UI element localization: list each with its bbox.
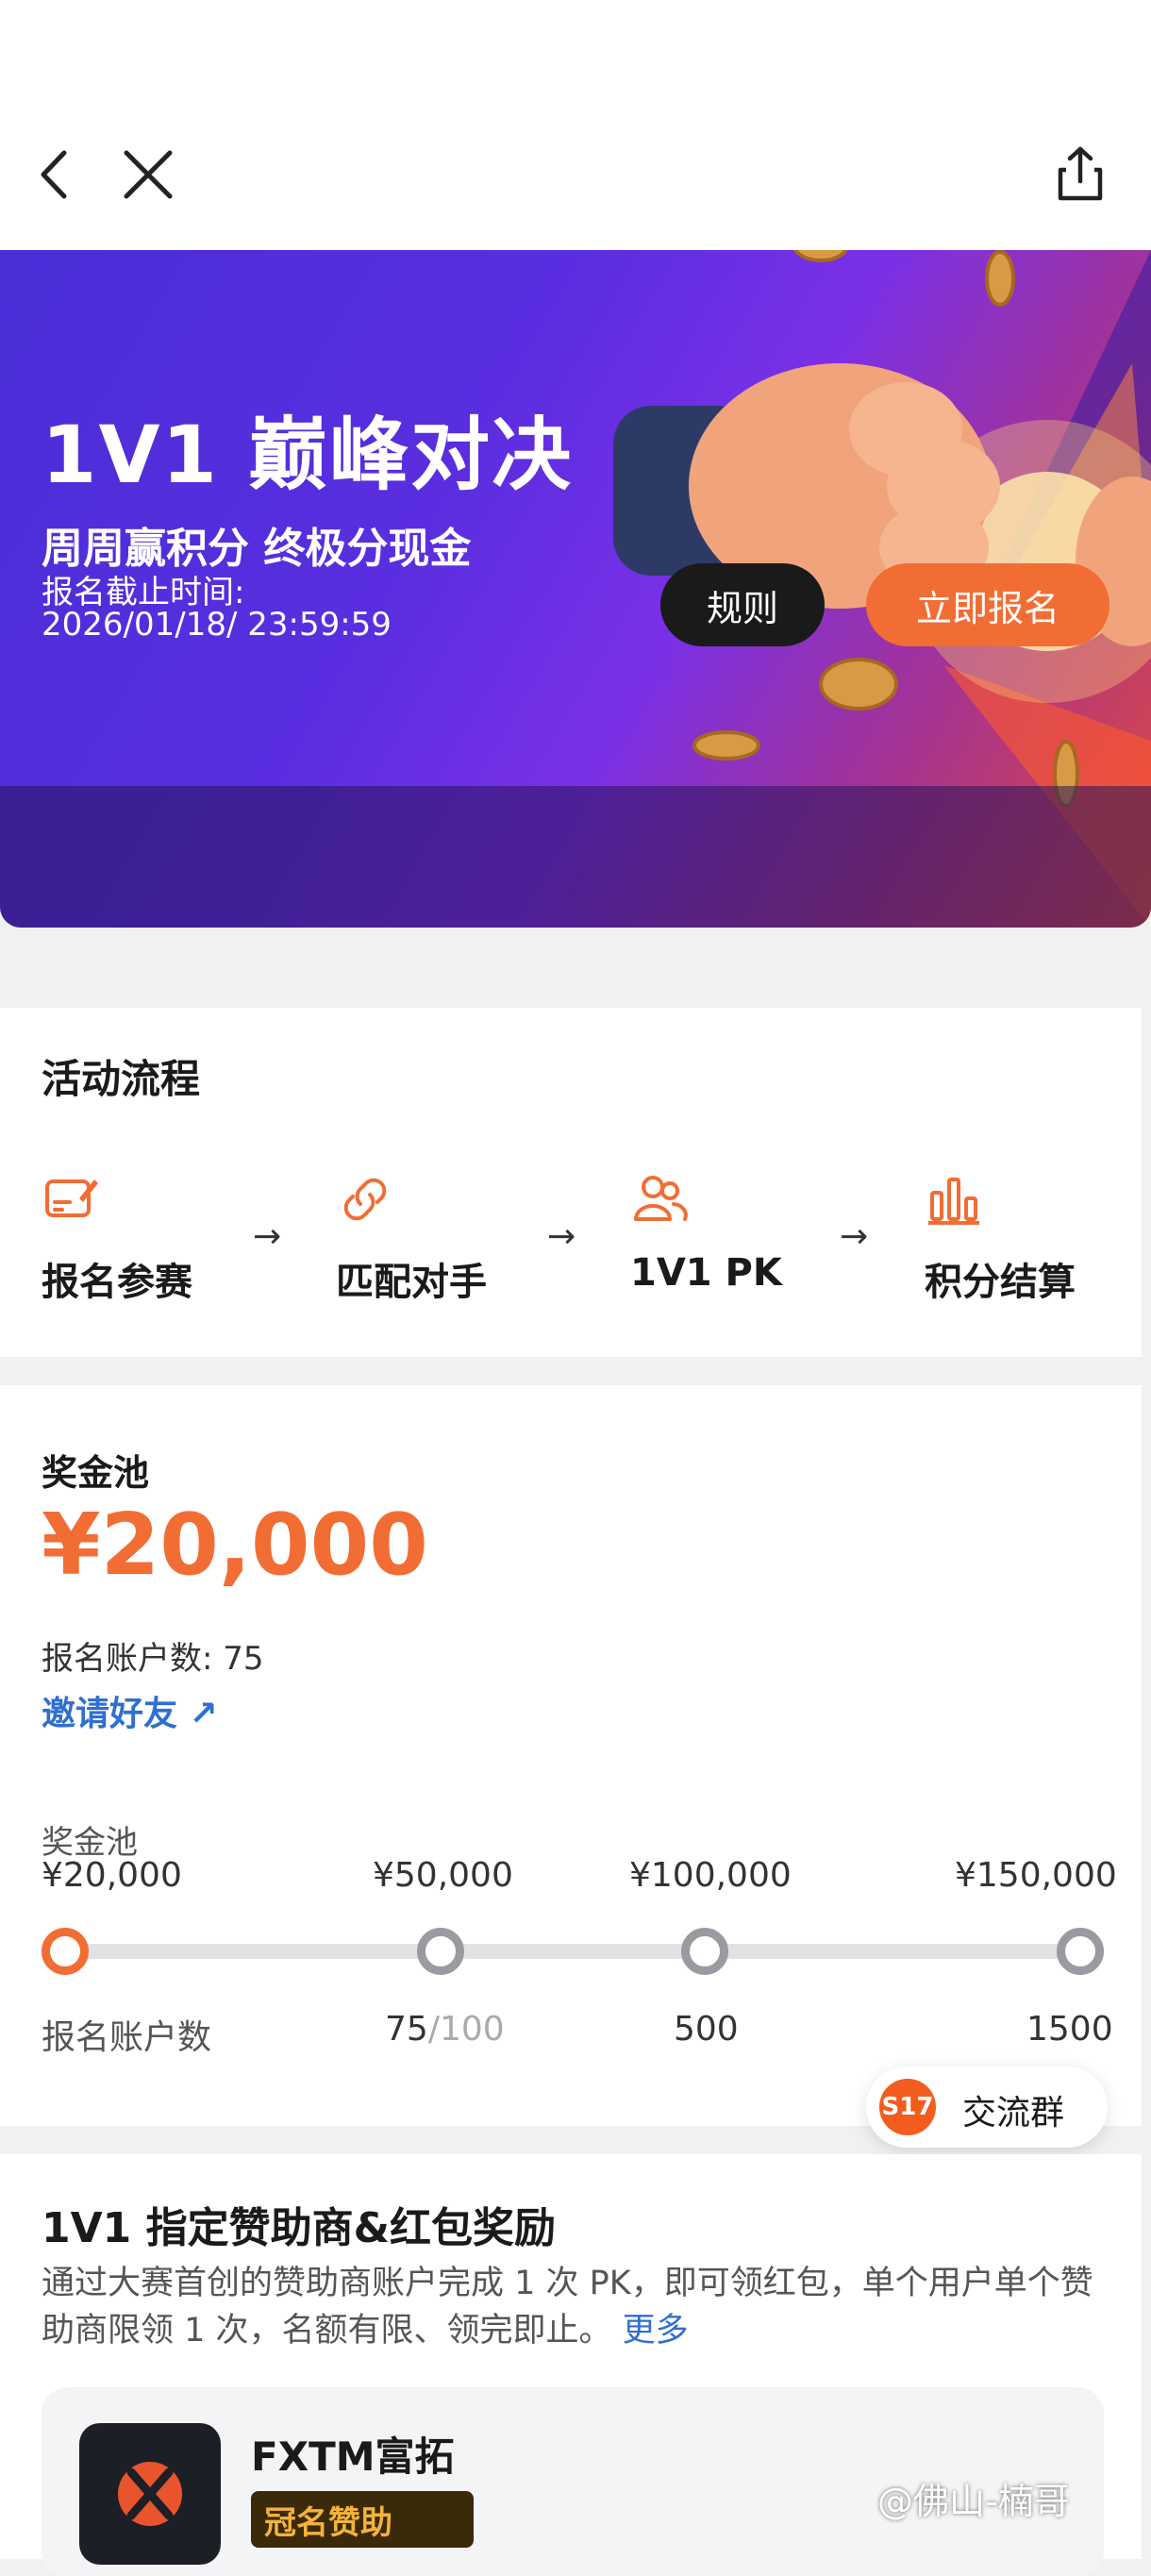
- group-badge-icon: S17: [879, 2079, 936, 2135]
- flow-step-label: 积分结算: [925, 1261, 1076, 1304]
- flow-title: 活动流程: [42, 1056, 201, 1102]
- top-nav-bar: [0, 0, 1151, 250]
- flow-step-match: 匹配对手: [336, 1170, 487, 1304]
- users-icon: [634, 1176, 688, 1221]
- flow-step-settle: 积分结算: [925, 1170, 1076, 1304]
- milestone-amount: ¥20,000: [42, 1856, 182, 1895]
- milestone-dot-reached: [42, 1928, 89, 1975]
- milestone-dot: [417, 1928, 464, 1975]
- flow-step-pk: 1V1 PK: [630, 1170, 782, 1295]
- prize-pool-label: 奖金池: [42, 1452, 150, 1494]
- milestone-count: 500: [674, 2010, 739, 2049]
- flow-step-label: 匹配对手: [336, 1261, 487, 1304]
- fxtm-logo-icon: [118, 2462, 182, 2526]
- milestone-count-current: 75: [385, 2010, 428, 2049]
- flow-step-label: 报名参赛: [42, 1261, 192, 1304]
- title-sponsor-badge: 冠名赞助: [251, 2491, 474, 2548]
- rules-button[interactable]: 规则: [660, 563, 825, 646]
- milestone-count-target: /100: [427, 2010, 505, 2049]
- flow-step-signup: 报名参赛: [42, 1170, 192, 1304]
- hero-bottom-bar: [0, 786, 1151, 928]
- sponsor-description-text: 通过大赛首创的赞助商账户完成 1 次 PK，即可领红包，单个用户单个赞助商限领 …: [42, 2265, 1093, 2350]
- sponsor-name: FXTM富拓: [251, 2434, 455, 2480]
- chat-group-button[interactable]: S17 交流群: [866, 2066, 1108, 2148]
- flow-step-label: 1V1 PK: [630, 1251, 782, 1295]
- watermark: @佛山-楠哥: [877, 2481, 1070, 2522]
- account-count: 报名账户数: 75: [42, 1640, 264, 1678]
- milestone-amount: ¥50,000: [373, 1856, 513, 1895]
- sponsor-title: 1V1 指定赞助商&红包奖励: [42, 2204, 556, 2252]
- milestone-count-label: 报名账户数: [42, 2018, 212, 2057]
- back-icon[interactable]: [23, 142, 89, 208]
- flow-arrow: →: [547, 1217, 576, 1256]
- hero-title: 1V1 巅峰对决: [42, 409, 574, 501]
- form-edit-icon: [45, 1179, 98, 1217]
- close-icon[interactable]: [115, 142, 181, 208]
- flow-arrow: →: [253, 1217, 282, 1256]
- prize-pool-amount: ¥20,000: [42, 1496, 428, 1595]
- chat-group-label: 交流群: [962, 2094, 1065, 2133]
- fxtm-logo: [79, 2423, 221, 2565]
- milestone-amount: ¥150,000: [955, 1856, 1117, 1895]
- flow-arrow: →: [840, 1217, 869, 1256]
- milestone-progress-track: [64, 1944, 1079, 1959]
- invite-friends-link[interactable]: 邀请好友 ↗: [42, 1686, 218, 1735]
- signup-button[interactable]: 立即报名: [866, 563, 1109, 646]
- more-link[interactable]: 更多: [623, 2312, 689, 2350]
- sponsor-description: 通过大赛首创的赞助商账户完成 1 次 PK，即可领红包，单个用户单个赞助商限领 …: [42, 2260, 1108, 2354]
- milestone-count: 75/100: [385, 2010, 505, 2049]
- milestone-dot: [681, 1928, 728, 1975]
- milestone-amount: ¥100,000: [629, 1856, 792, 1895]
- link-icon: [343, 1178, 387, 1221]
- bar-chart-icon: [928, 1178, 979, 1225]
- share-icon[interactable]: [1047, 142, 1113, 208]
- deadline-value: 2026/01/18/ 23:59:59: [42, 606, 392, 644]
- milestone-count: 1500: [1026, 2010, 1113, 2049]
- milestone-dot: [1057, 1928, 1104, 1975]
